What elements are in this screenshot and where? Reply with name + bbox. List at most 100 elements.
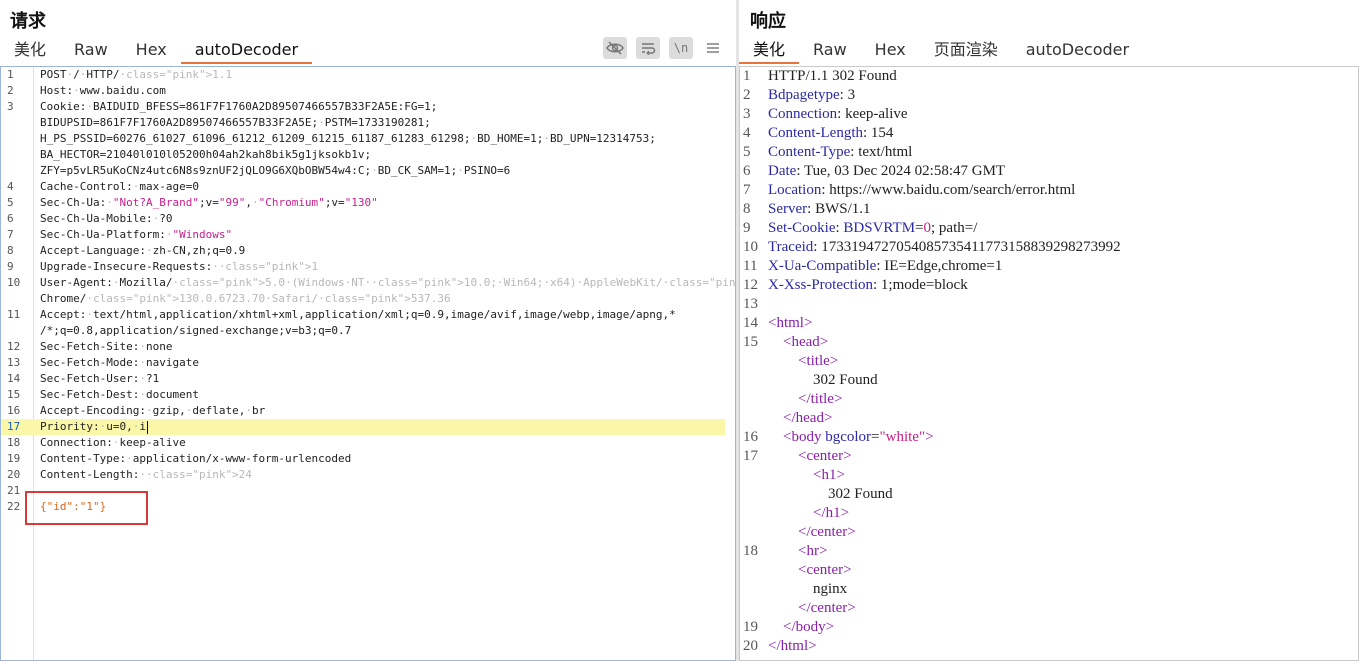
- line-text: 302 Found: [768, 486, 893, 502]
- line-text: </h1>: [813, 505, 850, 521]
- response-line: 10 Traceid: 17331947270540857354117731588…: [740, 238, 1352, 257]
- response-tab-autodecoder[interactable]: autoDecoder: [1012, 38, 1143, 64]
- line-number: 9: [7, 260, 14, 273]
- response-line: 9 Set-Cookie: BDSVRTM=0; path=/: [740, 219, 1352, 238]
- response-line: </center>: [740, 599, 1352, 618]
- request-line: BA_HECTOR=21040l010l05200h04ah2kah8bik5g…: [1, 147, 725, 163]
- line-text: /*;q=0.8,application/signed-exchange;v=b…: [40, 324, 352, 337]
- line-text: Accept-Language:·zh-CN,zh;q=0.9: [40, 244, 246, 257]
- line-number: 15: [743, 334, 758, 350]
- line-text: </title>: [798, 391, 843, 407]
- line-text: X-Ua-Compatible: IE=Edge,chrome=1: [768, 258, 1003, 274]
- request-tab-autodecoder[interactable]: autoDecoder: [180, 38, 313, 64]
- request-line: 19 Content-Type:·application/x-www-form-u…: [1, 451, 725, 467]
- request-line-highlighted: 17 Priority:·u=0,·i: [1, 419, 725, 435]
- response-line: 7 Location: https://www.baidu.com/search/…: [740, 181, 1352, 200]
- response-line: 18 <hr>: [740, 542, 1352, 561]
- line-text: <h1>: [813, 467, 845, 483]
- line-text: Set-Cookie: BDSVRTM=0; path=/: [768, 220, 978, 236]
- response-line: 2 Bdpagetype: 3: [740, 86, 1352, 105]
- line-text: Sec-Fetch-Mode:·navigate: [40, 356, 199, 369]
- eye-off-icon[interactable]: [603, 37, 627, 59]
- newline-toggle-button[interactable]: \n: [669, 37, 693, 59]
- line-number: 9: [743, 220, 751, 236]
- line-number: 12: [7, 340, 21, 353]
- line-text: </head>: [783, 410, 833, 426]
- response-pane: 响应 美化 Raw Hex 页面渲染 autoDecoder 1 HTTP/1.1…: [739, 0, 1359, 661]
- line-text: Date: Tue, 03 Dec 2024 02:58:47 GMT: [768, 163, 1006, 179]
- response-line: 1 HTTP/1.1 302 Found: [740, 67, 1352, 86]
- line-number: 1: [743, 68, 751, 84]
- line-number: 13: [743, 296, 758, 312]
- response-title: 响应: [750, 11, 786, 32]
- hamburger-menu-icon[interactable]: [702, 37, 724, 59]
- request-tab-pretty[interactable]: 美化: [0, 38, 60, 64]
- line-number: 14: [7, 372, 21, 385]
- response-line: 13: [740, 295, 1352, 314]
- line-number: 5: [743, 144, 751, 160]
- line-number: 11: [743, 258, 758, 274]
- request-line: 2 Host:·www.baidu.com: [1, 83, 725, 99]
- line-number: 16: [743, 429, 758, 445]
- line-text: H_PS_PSSID=60276_61027_61096_61212_61209…: [40, 132, 656, 145]
- request-line: 10 User-Agent:·Mozilla/·class="pink">5.0·…: [1, 275, 735, 291]
- line-number: 13: [7, 356, 21, 369]
- request-line: BIDUPSID=861F7F1760A2D89507466557B33F2A5…: [1, 115, 725, 131]
- response-tab-raw[interactable]: Raw: [799, 38, 861, 64]
- response-line: <center>: [740, 561, 1352, 580]
- line-number: 12: [743, 277, 758, 293]
- line-text: Sec-Fetch-Site:·none: [40, 340, 173, 353]
- request-tab-hex[interactable]: Hex: [122, 38, 181, 64]
- response-line: </title>: [740, 390, 1352, 409]
- line-text: 302 Found: [768, 372, 878, 388]
- line-number: 4: [743, 125, 751, 141]
- line-number: 17: [7, 420, 21, 433]
- request-line: 15 Sec-Fetch-Dest:·document: [1, 387, 725, 403]
- wrap-lines-icon[interactable]: [636, 37, 660, 59]
- request-line: 8 Accept-Language:·zh-CN,zh;q=0.9: [1, 243, 725, 259]
- request-line: 9 Upgrade-Insecure-Requests:··class="pink…: [1, 259, 725, 275]
- line-text: Sec-Ch-Ua:·"Not?A_Brand";v="99",·"Chromi…: [40, 196, 378, 209]
- line-number: 10: [7, 276, 21, 289]
- line-number: 7: [7, 228, 14, 241]
- response-line: 17 <center>: [740, 447, 1352, 466]
- response-tabs: 美化 Raw Hex 页面渲染 autoDecoder: [739, 38, 1143, 64]
- response-tab-pretty[interactable]: 美化: [739, 38, 800, 64]
- line-number: 2: [743, 87, 751, 103]
- line-text: nginx: [768, 581, 848, 597]
- request-line: Chrome/·class="pink">130.0.6723.70·Safar…: [1, 291, 725, 307]
- response-line: 20 </html>: [740, 637, 1352, 656]
- line-text: <head>: [783, 334, 829, 350]
- request-editor[interactable]: 1 POST·/·HTTP/·class="pink">1.1 2 Host:·www…: [0, 66, 736, 661]
- line-number: 8: [743, 201, 751, 217]
- response-editor[interactable]: 1 HTTP/1.1 302 Found 2 Bdpagetype: 3 3 Connec…: [739, 66, 1359, 661]
- line-number: 4: [7, 180, 14, 193]
- line-text: Accept-Encoding:·gzip,·deflate,·br: [40, 404, 266, 417]
- line-text: </center>: [798, 600, 856, 616]
- request-tab-raw[interactable]: Raw: [60, 38, 122, 64]
- line-number: 2: [7, 84, 14, 97]
- newline-label: \n: [673, 41, 689, 55]
- line-number: 14: [743, 315, 758, 331]
- response-line: <h1>: [740, 466, 1352, 485]
- request-line: 4 Cache-Control:·max-age=0: [1, 179, 725, 195]
- response-line: </head>: [740, 409, 1352, 428]
- request-line: 7 Sec-Ch-Ua-Platform:·"Windows": [1, 227, 725, 243]
- request-line: 13 Sec-Fetch-Mode:·navigate: [1, 355, 725, 371]
- line-text: X-Xss-Protection: 1;mode=block: [768, 277, 968, 293]
- line-number: 20: [743, 638, 758, 654]
- line-text: Location: https://www.baidu.com/search/e…: [768, 182, 1076, 198]
- response-tab-hex[interactable]: Hex: [861, 38, 920, 64]
- request-title: 请求: [10, 11, 46, 32]
- response-tab-render[interactable]: 页面渲染: [920, 38, 1012, 64]
- line-number: 1: [7, 68, 14, 81]
- line-text: <html>: [768, 315, 813, 331]
- line-number: 10: [743, 239, 758, 255]
- request-line: 3 Cookie:·BAIDUID_BFESS=861F7F1760A2D8950…: [1, 99, 725, 115]
- line-number: 5: [7, 196, 14, 209]
- request-line: 16 Accept-Encoding:·gzip,·deflate,·br: [1, 403, 725, 419]
- line-text: <center>: [798, 448, 852, 464]
- line-text: Sec-Ch-Ua-Mobile:·?0: [40, 212, 173, 225]
- line-number: 19: [743, 619, 758, 635]
- response-line: 19 </body>: [740, 618, 1352, 637]
